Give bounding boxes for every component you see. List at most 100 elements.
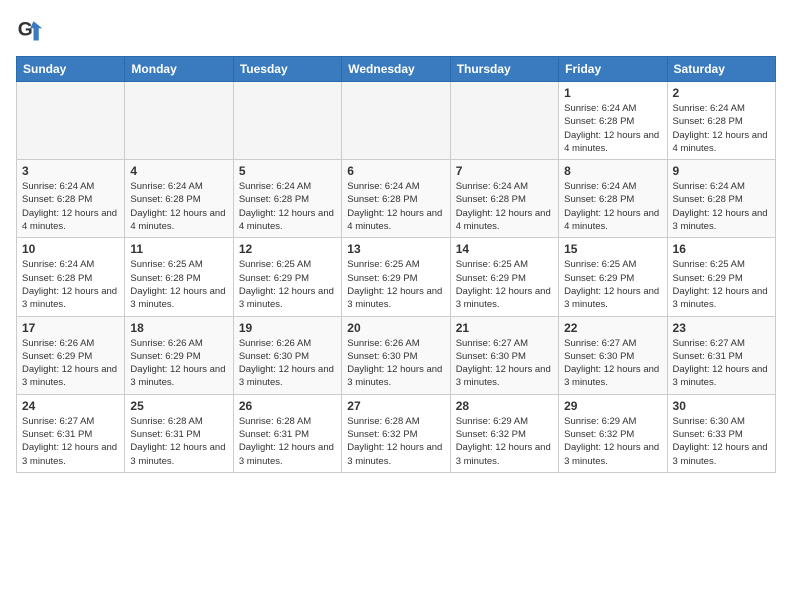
day-number: 17: [22, 321, 119, 335]
calendar-day-cell: 22 Sunrise: 6:27 AM Sunset: 6:30 PM Dayli…: [559, 316, 667, 394]
calendar-day-cell: 21 Sunrise: 6:27 AM Sunset: 6:30 PM Dayli…: [450, 316, 558, 394]
calendar-day-cell: 27 Sunrise: 6:28 AM Sunset: 6:32 PM Dayli…: [342, 394, 450, 472]
calendar-day-cell: 17 Sunrise: 6:26 AM Sunset: 6:29 PM Dayli…: [17, 316, 125, 394]
day-info: Sunrise: 6:24 AM Sunset: 6:28 PM Dayligh…: [239, 180, 336, 233]
weekday-header-cell: Wednesday: [342, 57, 450, 82]
calendar-day-cell: 23 Sunrise: 6:27 AM Sunset: 6:31 PM Dayli…: [667, 316, 775, 394]
day-number: 9: [673, 164, 770, 178]
day-info: Sunrise: 6:27 AM Sunset: 6:30 PM Dayligh…: [564, 337, 661, 390]
day-number: 29: [564, 399, 661, 413]
day-info: Sunrise: 6:26 AM Sunset: 6:29 PM Dayligh…: [130, 337, 227, 390]
day-number: 28: [456, 399, 553, 413]
day-info: Sunrise: 6:28 AM Sunset: 6:31 PM Dayligh…: [130, 415, 227, 468]
day-info: Sunrise: 6:25 AM Sunset: 6:29 PM Dayligh…: [564, 258, 661, 311]
calendar-day-cell: 8 Sunrise: 6:24 AM Sunset: 6:28 PM Daylig…: [559, 160, 667, 238]
day-number: 30: [673, 399, 770, 413]
day-info: Sunrise: 6:29 AM Sunset: 6:32 PM Dayligh…: [564, 415, 661, 468]
calendar-week-row: 10 Sunrise: 6:24 AM Sunset: 6:28 PM Dayli…: [17, 238, 776, 316]
day-number: 4: [130, 164, 227, 178]
day-number: 16: [673, 242, 770, 256]
calendar-day-cell: [450, 82, 558, 160]
day-number: 26: [239, 399, 336, 413]
day-number: 3: [22, 164, 119, 178]
day-info: Sunrise: 6:30 AM Sunset: 6:33 PM Dayligh…: [673, 415, 770, 468]
day-info: Sunrise: 6:24 AM Sunset: 6:28 PM Dayligh…: [22, 258, 119, 311]
calendar-day-cell: 26 Sunrise: 6:28 AM Sunset: 6:31 PM Dayli…: [233, 394, 341, 472]
svg-text:G: G: [18, 19, 33, 40]
calendar-week-row: 24 Sunrise: 6:27 AM Sunset: 6:31 PM Dayli…: [17, 394, 776, 472]
day-number: 10: [22, 242, 119, 256]
day-number: 6: [347, 164, 444, 178]
day-info: Sunrise: 6:29 AM Sunset: 6:32 PM Dayligh…: [456, 415, 553, 468]
calendar-day-cell: 14Sunrise: 6:25 AM Sunset: 6:29 PM Dayli…: [450, 238, 558, 316]
weekday-header-cell: Friday: [559, 57, 667, 82]
day-number: 13: [347, 242, 444, 256]
day-number: 2: [673, 86, 770, 100]
day-info: Sunrise: 6:24 AM Sunset: 6:28 PM Dayligh…: [456, 180, 553, 233]
day-info: Sunrise: 6:25 AM Sunset: 6:28 PM Dayligh…: [130, 258, 227, 311]
calendar-day-cell: 18 Sunrise: 6:26 AM Sunset: 6:29 PM Dayli…: [125, 316, 233, 394]
day-info: Sunrise: 6:27 AM Sunset: 6:31 PM Dayligh…: [22, 415, 119, 468]
day-number: 1: [564, 86, 661, 100]
day-info: Sunrise: 6:28 AM Sunset: 6:32 PM Dayligh…: [347, 415, 444, 468]
calendar-day-cell: 29 Sunrise: 6:29 AM Sunset: 6:32 PM Dayli…: [559, 394, 667, 472]
day-number: 24: [22, 399, 119, 413]
day-info: Sunrise: 6:24 AM Sunset: 6:28 PM Dayligh…: [564, 180, 661, 233]
day-number: 15: [564, 242, 661, 256]
weekday-header-cell: Monday: [125, 57, 233, 82]
day-number: 12: [239, 242, 336, 256]
day-number: 27: [347, 399, 444, 413]
calendar-day-cell: 12Sunrise: 6:25 AM Sunset: 6:29 PM Dayli…: [233, 238, 341, 316]
calendar-day-cell: 19Sunrise: 6:26 AM Sunset: 6:30 PM Dayli…: [233, 316, 341, 394]
day-info: Sunrise: 6:24 AM Sunset: 6:28 PM Dayligh…: [347, 180, 444, 233]
calendar-day-cell: 15 Sunrise: 6:25 AM Sunset: 6:29 PM Dayli…: [559, 238, 667, 316]
calendar-day-cell: 24 Sunrise: 6:27 AM Sunset: 6:31 PM Dayli…: [17, 394, 125, 472]
calendar-week-row: 3 Sunrise: 6:24 AM Sunset: 6:28 PM Daylig…: [17, 160, 776, 238]
weekday-header-cell: Saturday: [667, 57, 775, 82]
day-info: Sunrise: 6:24 AM Sunset: 6:28 PM Dayligh…: [564, 102, 661, 155]
calendar-day-cell: 9 Sunrise: 6:24 AM Sunset: 6:28 PM Daylig…: [667, 160, 775, 238]
day-number: 21: [456, 321, 553, 335]
calendar-day-cell: [125, 82, 233, 160]
day-number: 5: [239, 164, 336, 178]
calendar-day-cell: 1 Sunrise: 6:24 AM Sunset: 6:28 PM Daylig…: [559, 82, 667, 160]
weekday-header-cell: Thursday: [450, 57, 558, 82]
day-info: Sunrise: 6:26 AM Sunset: 6:29 PM Dayligh…: [22, 337, 119, 390]
day-info: Sunrise: 6:26 AM Sunset: 6:30 PM Dayligh…: [347, 337, 444, 390]
day-info: Sunrise: 6:24 AM Sunset: 6:28 PM Dayligh…: [673, 180, 770, 233]
weekday-header-row: SundayMondayTuesdayWednesdayThursdayFrid…: [17, 57, 776, 82]
calendar-day-cell: 30 Sunrise: 6:30 AM Sunset: 6:33 PM Dayli…: [667, 394, 775, 472]
calendar-day-cell: 25 Sunrise: 6:28 AM Sunset: 6:31 PM Dayli…: [125, 394, 233, 472]
day-number: 25: [130, 399, 227, 413]
day-info: Sunrise: 6:28 AM Sunset: 6:31 PM Dayligh…: [239, 415, 336, 468]
page-header: G: [16, 16, 776, 44]
calendar-day-cell: 10 Sunrise: 6:24 AM Sunset: 6:28 PM Dayli…: [17, 238, 125, 316]
calendar-day-cell: [233, 82, 341, 160]
day-number: 20: [347, 321, 444, 335]
calendar-day-cell: 3 Sunrise: 6:24 AM Sunset: 6:28 PM Daylig…: [17, 160, 125, 238]
day-info: Sunrise: 6:27 AM Sunset: 6:31 PM Dayligh…: [673, 337, 770, 390]
day-number: 23: [673, 321, 770, 335]
calendar-day-cell: 5 Sunrise: 6:24 AM Sunset: 6:28 PM Daylig…: [233, 160, 341, 238]
calendar-table: SundayMondayTuesdayWednesdayThursdayFrid…: [16, 56, 776, 473]
calendar-body: 1 Sunrise: 6:24 AM Sunset: 6:28 PM Daylig…: [17, 82, 776, 473]
weekday-header-cell: Tuesday: [233, 57, 341, 82]
calendar-day-cell: 4 Sunrise: 6:24 AM Sunset: 6:28 PM Daylig…: [125, 160, 233, 238]
logo: G: [16, 16, 48, 44]
weekday-header-cell: Sunday: [17, 57, 125, 82]
day-number: 11: [130, 242, 227, 256]
day-info: Sunrise: 6:25 AM Sunset: 6:29 PM Dayligh…: [456, 258, 553, 311]
day-number: 18: [130, 321, 227, 335]
day-info: Sunrise: 6:26 AM Sunset: 6:30 PM Dayligh…: [239, 337, 336, 390]
day-info: Sunrise: 6:24 AM Sunset: 6:28 PM Dayligh…: [130, 180, 227, 233]
calendar-day-cell: 13Sunrise: 6:25 AM Sunset: 6:29 PM Dayli…: [342, 238, 450, 316]
calendar-day-cell: 16 Sunrise: 6:25 AM Sunset: 6:29 PM Dayli…: [667, 238, 775, 316]
day-info: Sunrise: 6:27 AM Sunset: 6:30 PM Dayligh…: [456, 337, 553, 390]
calendar-day-cell: 28 Sunrise: 6:29 AM Sunset: 6:32 PM Dayli…: [450, 394, 558, 472]
calendar-day-cell: 20 Sunrise: 6:26 AM Sunset: 6:30 PM Dayli…: [342, 316, 450, 394]
day-number: 22: [564, 321, 661, 335]
calendar-day-cell: 7Sunrise: 6:24 AM Sunset: 6:28 PM Daylig…: [450, 160, 558, 238]
day-info: Sunrise: 6:25 AM Sunset: 6:29 PM Dayligh…: [673, 258, 770, 311]
day-number: 8: [564, 164, 661, 178]
day-info: Sunrise: 6:24 AM Sunset: 6:28 PM Dayligh…: [22, 180, 119, 233]
